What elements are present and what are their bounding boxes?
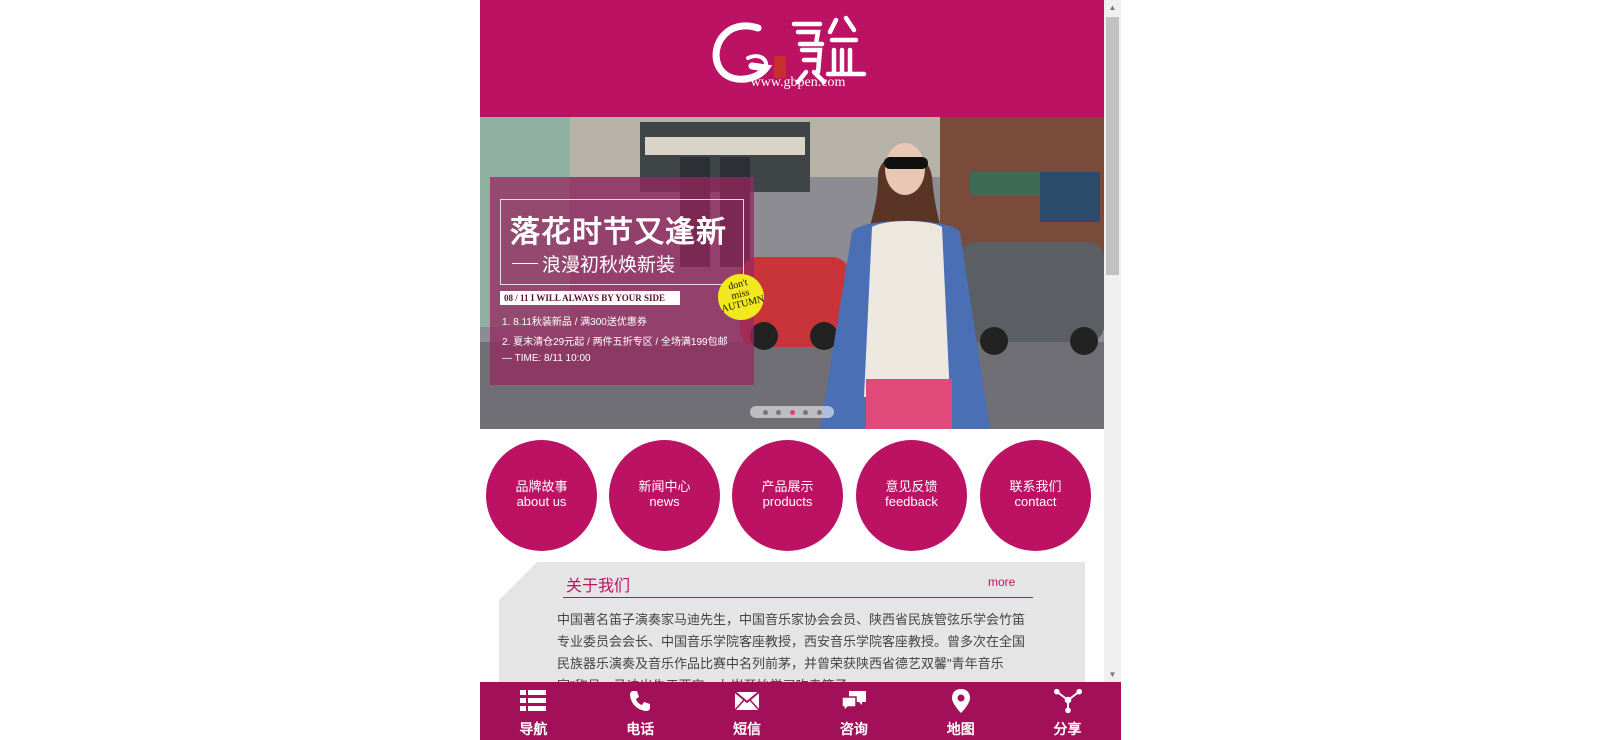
toolbar-sms-button[interactable]: 短信: [694, 682, 801, 740]
carousel-dots: [750, 406, 834, 418]
toolbar-label: 导航: [519, 721, 548, 737]
nav-products[interactable]: 产品展示 products: [732, 440, 843, 551]
promo-subtitle: 浪漫初秋焕新装: [542, 254, 676, 276]
toolbar-share-button[interactable]: 分享: [1014, 682, 1121, 740]
chat-icon: [840, 687, 868, 715]
promo-line-1: 1. 8.11秋装新品 / 满300送优惠券: [502, 317, 647, 328]
carousel-dot-4[interactable]: [803, 409, 808, 415]
nav-feedback[interactable]: 意见反馈 feedback: [856, 440, 967, 551]
mobile-page-frame: www.gbpen.com 落花时节又逢新 浪漫初秋焕新装 08 / 11 I …: [480, 0, 1121, 740]
carousel-dot-2[interactable]: [776, 409, 781, 415]
nav-label-cn: 品牌故事: [515, 478, 568, 494]
toolbar-map-button[interactable]: 地图: [907, 682, 1014, 740]
nav-label-cn: 产品展示: [761, 478, 814, 494]
share-icon: [1053, 687, 1082, 715]
nav-label-en: news: [649, 493, 680, 509]
nav-news[interactable]: 新闻中心 news: [609, 440, 720, 551]
toolbar-consult-button[interactable]: 咨询: [800, 682, 907, 740]
vertical-scrollbar[interactable]: ▲ ▼: [1104, 0, 1121, 682]
carousel-dot-1[interactable]: [762, 409, 768, 415]
promo-dash: [512, 263, 538, 264]
toolbar-phone-button[interactable]: 电话: [587, 682, 694, 740]
nav-label-cn: 联系我们: [1009, 478, 1062, 494]
nav-label-cn: 意见反馈: [885, 478, 938, 494]
toolbar-label: 电话: [626, 721, 655, 737]
about-title: 关于我们: [566, 578, 631, 595]
toolbar-label: 短信: [733, 721, 762, 737]
nav-label-en: contact: [1014, 493, 1057, 509]
nav-label-cn: 新闻中心: [638, 478, 691, 494]
nav-contact[interactable]: 联系我们 contact: [980, 440, 1091, 551]
scroll-thumb[interactable]: [1106, 17, 1119, 275]
promo-panel: 落花时节又逢新 浪漫初秋焕新装 08 / 11 I WILL ALWAYS BY…: [490, 177, 754, 385]
site-header: www.gbpen.com: [480, 0, 1104, 117]
phone-icon: [626, 687, 654, 715]
carousel-dot-3[interactable]: [789, 409, 795, 415]
promo-date-strip: 08 / 11 I WILL ALWAYS BY YOUR SIDE: [500, 291, 680, 305]
carousel-dot-5[interactable]: [816, 409, 822, 415]
envelope-icon: [733, 687, 761, 715]
promo-title: 落花时节又逢新: [510, 215, 727, 250]
toolbar-nav-button[interactable]: 导航: [480, 682, 587, 740]
page-content: www.gbpen.com 落花时节又逢新 浪漫初秋焕新装 08 / 11 I …: [480, 0, 1104, 740]
toolbar-label: 咨询: [839, 721, 868, 737]
site-url[interactable]: www.gbpen.com: [480, 75, 1104, 91]
nav-label-en: about us: [516, 493, 567, 509]
about-more-link[interactable]: more: [988, 575, 1015, 589]
scroll-down-arrow[interactable]: ▼: [1104, 667, 1121, 682]
hero-banner[interactable]: 落花时节又逢新 浪漫初秋焕新装 08 / 11 I WILL ALWAYS BY…: [480, 117, 1104, 429]
nav-label-en: products: [762, 493, 813, 509]
map-pin-icon: [947, 687, 975, 715]
toolbar-label: 分享: [1053, 721, 1082, 737]
promo-time: — TIME: 8/11 10:00: [502, 353, 591, 364]
scroll-up-arrow[interactable]: ▲: [1104, 0, 1121, 15]
list-icon: [519, 687, 547, 715]
toolbar-label: 地图: [946, 721, 975, 737]
nav-about-us[interactable]: 品牌故事 about us: [486, 440, 597, 551]
category-nav: 品牌故事 about us 新闻中心 news 产品展示 products 意见…: [480, 429, 1104, 554]
nav-label-en: feedback: [885, 493, 938, 509]
bottom-toolbar: 导航 电话 短信 咨询 地图 分享: [480, 682, 1121, 740]
about-divider: [563, 597, 1033, 598]
promo-line-2: 2. 夏末清仓29元起 / 两件五折专区 / 全场满199包邮: [502, 337, 728, 348]
